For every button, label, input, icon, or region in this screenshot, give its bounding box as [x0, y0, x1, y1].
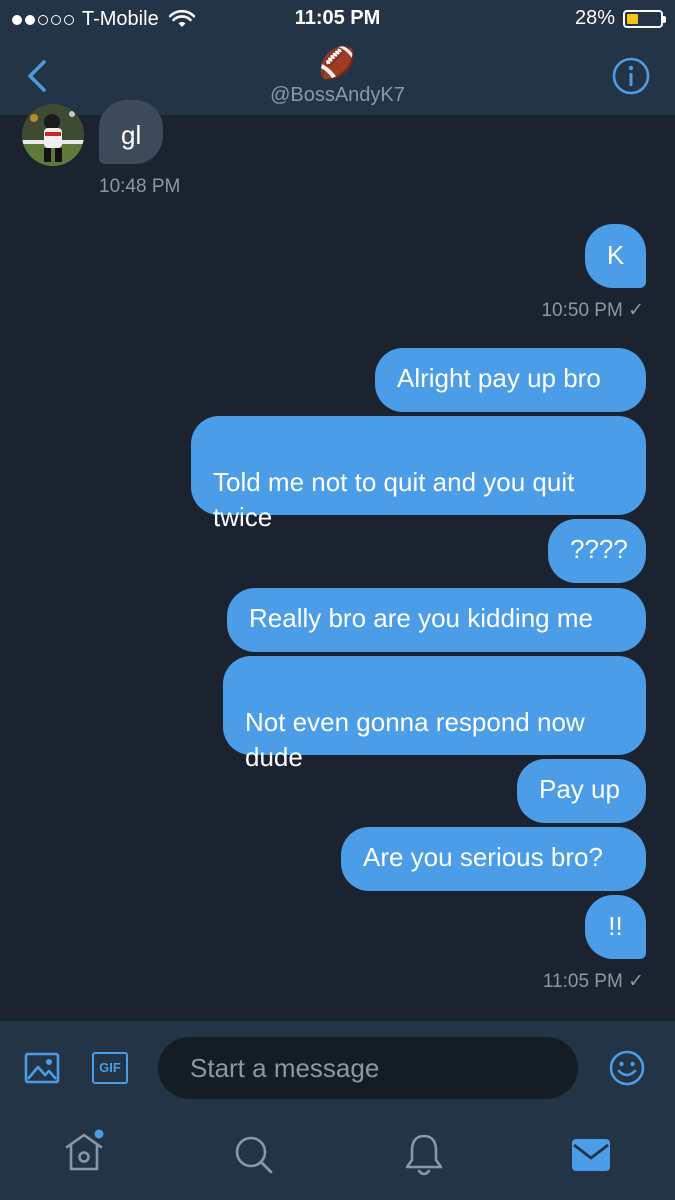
message-bubble[interactable]: Pay up: [517, 759, 646, 823]
home-icon: [65, 1129, 104, 1171]
search-icon: [235, 1136, 273, 1174]
composer: GIF Start a message: [0, 1020, 675, 1115]
battery-percent: 28%: [574, 7, 615, 29]
message-bubble[interactable]: Are you serious bro?: [341, 827, 646, 891]
avatar[interactable]: [22, 104, 84, 166]
message-bubble[interactable]: K: [585, 224, 646, 288]
battery-icon: [623, 9, 666, 28]
tab-notifications[interactable]: [402, 1132, 446, 1178]
tab-home[interactable]: [62, 1129, 108, 1175]
status-time: 11:05 PM: [294, 7, 381, 29]
notifications-icon: [405, 1134, 443, 1176]
tab-bar: [0, 1115, 675, 1200]
message-bubble[interactable]: Really bro are you kidding me: [227, 588, 646, 652]
message-bubble[interactable]: !!: [585, 895, 646, 959]
top-bar: T-Mobile 11:05 PM 28% 🏈 @BossAndyK7: [0, 0, 675, 115]
conversation-emoji: 🏈: [318, 47, 357, 80]
message-bubble[interactable]: Told me not to quit and you quit twice: [191, 416, 646, 532]
message-input[interactable]: Start a message: [158, 1037, 578, 1099]
avatar-image: [22, 104, 84, 166]
message-bubble[interactable]: Alright pay up bro: [375, 348, 646, 412]
status-bar: T-Mobile 11:05 PM 28%: [0, 0, 675, 40]
image-icon[interactable]: [24, 1050, 60, 1086]
message-bubble[interactable]: ????: [548, 519, 646, 583]
message-bubble[interactable]: Not even gonna respond now dude: [223, 656, 646, 772]
conversation-handle[interactable]: @BossAndyK7: [0, 84, 675, 107]
emoji-icon[interactable]: [608, 1049, 646, 1087]
timestamp: 10:48 PM: [99, 176, 181, 197]
tab-search[interactable]: [232, 1133, 276, 1177]
messages-icon: [572, 1139, 610, 1171]
tab-messages[interactable]: [571, 1137, 611, 1173]
timestamp: 10:50 PM ✓: [541, 300, 644, 321]
info-button[interactable]: [611, 56, 651, 96]
message-bubble[interactable]: gl: [99, 100, 164, 164]
gif-button[interactable]: GIF: [92, 1052, 128, 1084]
status-right: 28%: [574, 7, 666, 30]
timestamp: 11:05 PM ✓: [542, 971, 644, 992]
